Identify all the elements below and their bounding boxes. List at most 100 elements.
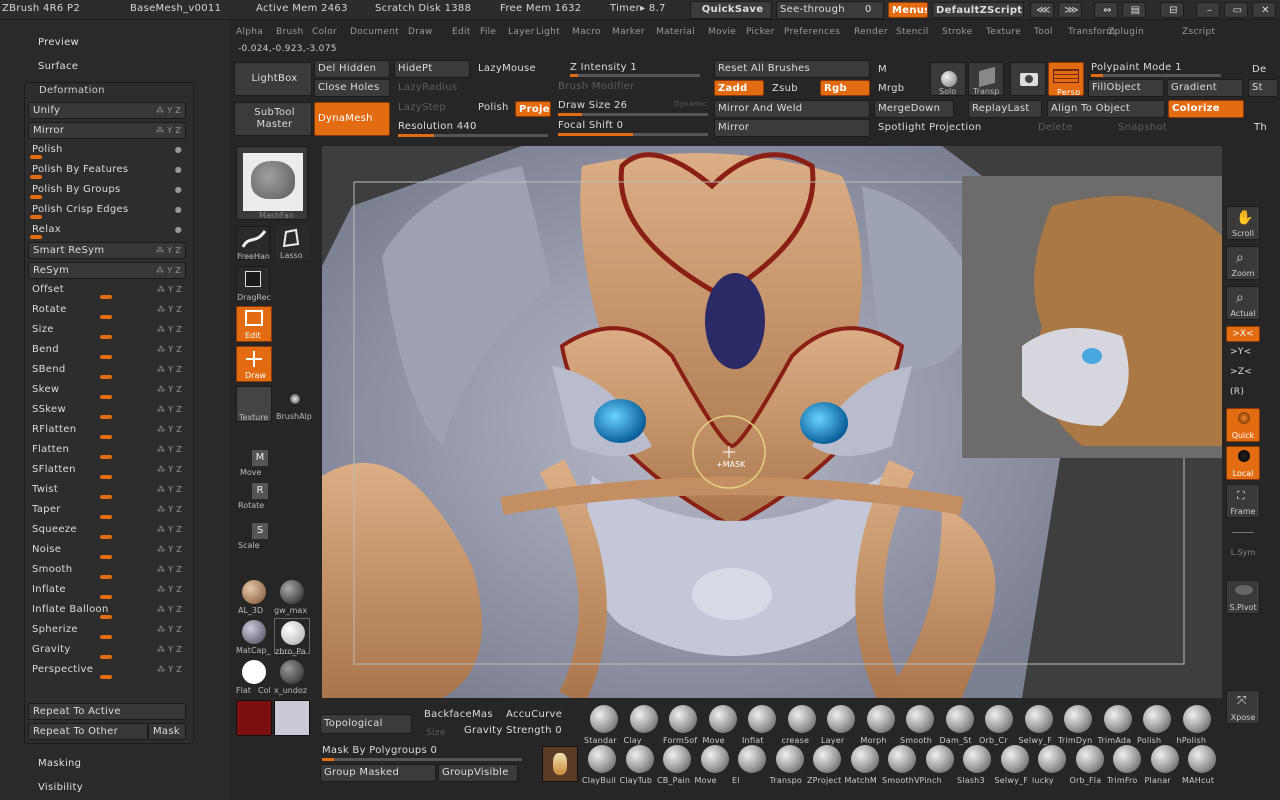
solo-button[interactable]: Solo [930,62,966,96]
polypaint-mode-track[interactable] [1091,74,1221,77]
menu-color[interactable]: Color [312,26,337,38]
axis-icons[interactable]: ⁂ Y Z [157,662,182,678]
brush-b-0-icon[interactable] [588,745,616,773]
deformation-polish-crisp-edges[interactable]: Polish Crisp Edges ● [28,202,186,219]
radial-sym-button[interactable]: (R) [1230,387,1244,397]
deformation-unify[interactable]: Unify ⁂ Y Z [28,102,186,119]
mask-by-polygroups-slider[interactable]: Mask By Polygroups 0 [322,745,437,756]
maximize-icon[interactable]: ▭ [1224,2,1248,18]
secondary-color-swatch[interactable] [274,700,310,736]
axis-icons[interactable]: ⁂ Y Z [157,582,182,598]
deformation-header[interactable]: Deformation [39,85,105,97]
brush-a-3-icon[interactable] [708,705,737,733]
axis-icons[interactable]: ⁂ Y Z [156,103,181,119]
slider-knob[interactable] [30,175,42,179]
menu-file[interactable]: File [480,26,496,38]
menu-zscript[interactable]: Zscript [1182,26,1215,38]
project-toggle[interactable]: Proje [515,101,551,117]
menu-macro[interactable]: Macro [572,26,601,38]
slider-knob[interactable] [100,515,112,519]
axis-icons[interactable]: ⁂ Y Z [157,402,182,418]
slider-knob[interactable] [100,355,112,359]
texture-slot[interactable]: Texture [236,386,272,422]
reset-all-brushes-button[interactable]: Reset All Brushes [714,60,870,78]
matcap-slot-1[interactable]: MatCap_ [236,618,272,655]
deformation-rotate[interactable]: Rotate ⁂ Y Z [28,302,186,319]
axis-icons[interactable]: ⁂ Y Z [157,302,182,318]
dynamesh-button[interactable]: DynaMesh [314,102,390,136]
zsub-button[interactable]: Zsub [772,83,798,94]
ui-menu-icon[interactable]: ▤ [1122,2,1146,18]
deformation-offset[interactable]: Offset ⁂ Y Z [28,282,186,299]
snapshot-camera-icon[interactable] [1010,62,1046,96]
deformation-gravity[interactable]: Gravity ⁂ Y Z [28,642,186,659]
accucurve-toggle[interactable]: AccuCurve [506,709,562,720]
polish-toggle[interactable]: Polish [478,102,509,113]
gravity-strength-slider[interactable]: Gravity Strength 0 [464,725,562,736]
deformation-rflatten[interactable]: RFlatten ⁂ Y Z [28,422,186,439]
brush-b-2-icon[interactable] [663,745,691,773]
slider-knob[interactable] [100,615,112,619]
polypaint-mode-slider[interactable]: Polypaint Mode 1 [1091,62,1182,73]
layout-left-icon[interactable]: ⋘ [1030,2,1054,18]
dynamic-toggle[interactable]: Dynamic [674,100,707,108]
current-brush-thumbnail[interactable]: MashFan [236,146,308,220]
resolution-slider[interactable]: Resolution 440 [398,121,477,132]
axis-icons[interactable]: ⁂ Y Z [157,442,182,458]
deformation-mirror[interactable]: Mirror ⁂ Y Z [28,122,186,139]
deformation-polish-by-groups[interactable]: Polish By Groups ● [28,182,186,199]
deformation-skew[interactable]: Skew ⁂ Y Z [28,382,186,399]
delete-button[interactable]: Delete [1038,122,1073,133]
slider-knob[interactable] [100,375,112,379]
axis-icons[interactable]: ⁂ Y Z [157,642,182,658]
menus-button[interactable]: Menus [888,2,928,18]
axis-icons[interactable]: ⁂ Y Z [156,123,181,139]
m-button[interactable]: M [878,64,887,75]
deformation-polish[interactable]: Polish ● [28,142,186,159]
slider-knob[interactable] [100,655,112,659]
repeat-to-other-button[interactable]: Repeat To Other [28,723,148,740]
deformation-relax[interactable]: Relax ● [28,222,186,239]
backface-mask-toggle[interactable]: BackfaceMas [424,709,493,720]
deformation-resym[interactable]: ReSym ⁂ Y Z [28,262,186,279]
group-visible-button[interactable]: GroupVisible [438,764,518,782]
slider-knob[interactable] [100,295,112,299]
resolution-slider-track[interactable] [398,134,548,137]
brush-b-8-icon[interactable] [888,745,916,773]
brush-a-15-icon[interactable] [1182,705,1211,733]
axis-icons[interactable]: ⁂ Y Z [157,362,182,378]
slider-knob[interactable] [30,235,42,239]
default-zscript-button[interactable]: DefaultZScript [932,2,1024,18]
deformation-sskew[interactable]: SSkew ⁂ Y Z [28,402,186,419]
xpose-button[interactable]: ⤧ Xpose [1226,690,1260,724]
repeat-to-active-button[interactable]: Repeat To Active [28,703,186,720]
surface-section[interactable]: Surface [38,61,78,73]
deformation-polish-by-features[interactable]: Polish By Features ● [28,162,186,179]
deformation-smooth[interactable]: Smooth ⁂ Y Z [28,562,186,579]
quick-button[interactable]: Quick [1226,408,1260,442]
mirror-and-weld-button[interactable]: Mirror And Weld [714,100,870,118]
preview-section[interactable]: Preview [38,37,79,49]
brush-a-4-icon[interactable] [748,705,776,733]
axis-icons[interactable]: ⁂ Y Z [157,562,182,578]
deformation-taper[interactable]: Taper ⁂ Y Z [28,502,186,519]
axis-icons[interactable]: ⁂ Y Z [157,602,182,618]
mrgb-button[interactable]: Mrgb [878,83,904,94]
deformation-sbend[interactable]: SBend ⁂ Y Z [28,362,186,379]
focal-shift-track[interactable] [558,133,708,136]
axis-icons[interactable]: ⁂ Y Z [157,522,182,538]
lazymouse-toggle[interactable]: LazyMouse [478,63,536,74]
mirror-button[interactable]: Mirror [714,119,870,137]
visibility-section[interactable]: Visibility [38,782,83,794]
brush-b-10-icon[interactable] [963,745,991,773]
menu-texture[interactable]: Texture [986,26,1021,38]
scroll-button[interactable]: ✋ Scroll [1226,206,1260,240]
align-to-object-button[interactable]: Align To Object [1047,100,1165,118]
brush-a-5-icon[interactable] [787,705,816,733]
slider-knob[interactable] [100,415,112,419]
menu-render[interactable]: Render [854,26,888,38]
deformation-flatten[interactable]: Flatten ⁂ Y Z [28,442,186,459]
move-mode-button[interactable]: M Move [238,450,272,480]
z-sym-button[interactable]: >Z< [1230,367,1252,377]
brush-b-5-icon[interactable] [775,745,804,773]
